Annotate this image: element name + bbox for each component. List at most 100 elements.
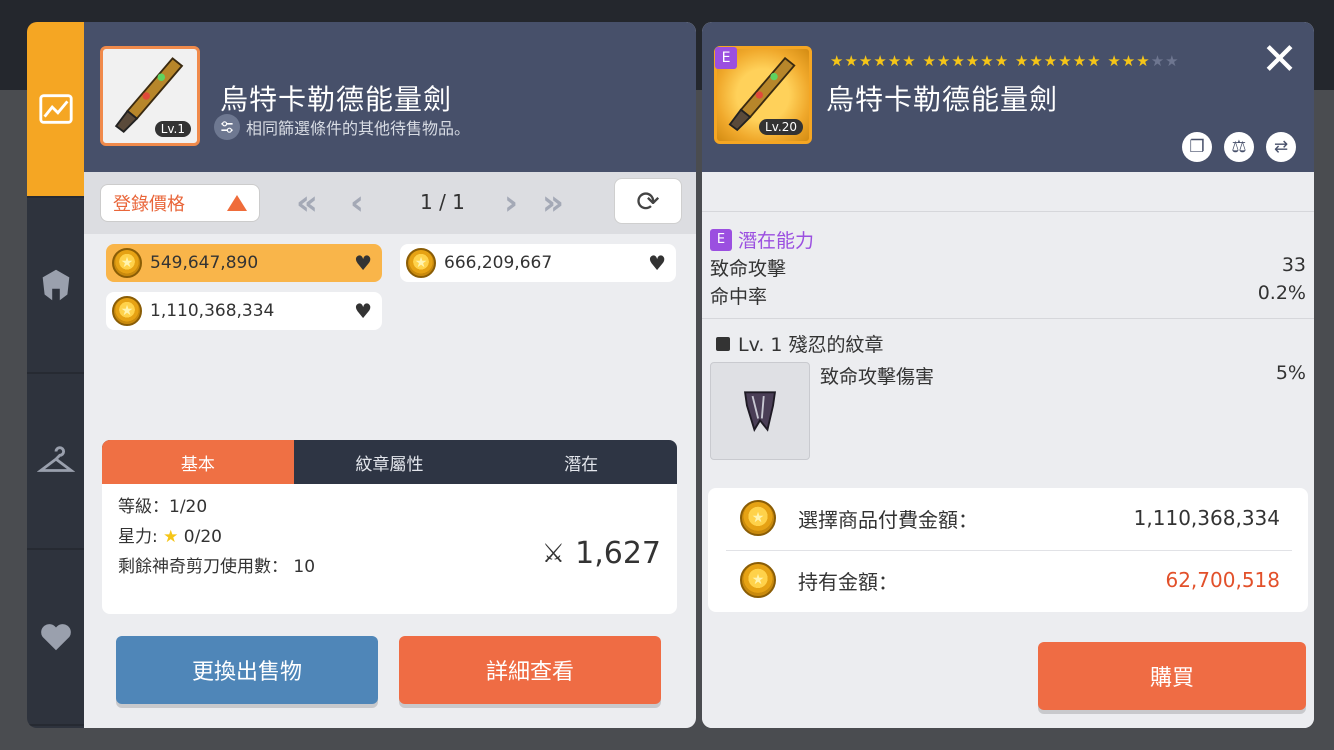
heart-icon[interactable]: ♥	[354, 299, 372, 323]
book-icon[interactable]: ❐	[1182, 132, 1212, 162]
purchase-header: E Lv.20 ★★★★★★ ★★★★★★ ★★★★★★ ★★★★★ 烏特卡勒德…	[702, 22, 1314, 172]
sale-item-panel: Lv.1 烏特卡勒德能量劍 相同篩選條件的其他待售物品。 登錄價格 « ‹ 1 …	[84, 22, 696, 728]
divider	[702, 318, 1314, 319]
coin-icon: ★	[112, 296, 142, 326]
emblem-header: Lv. 1 殘忍的紋章	[716, 330, 884, 357]
starforce-stat: 星力: ★ 0/20	[118, 522, 222, 547]
listing-price: 549,647,890	[150, 253, 259, 273]
tab-basic[interactable]: 基本	[102, 440, 294, 484]
side-tab-chart[interactable]	[27, 22, 85, 198]
helmet-icon	[42, 269, 70, 301]
combat-power: ⚔ 1,627	[542, 536, 661, 571]
selected-price-row: ★ 選擇商品付費金額： 1,110,368,334	[740, 500, 1280, 536]
change-listing-button[interactable]: 更換出售物	[116, 636, 378, 704]
purchase-panel: E Lv.20 ★★★★★★ ★★★★★★ ★★★★★★ ★★★★★ 烏特卡勒德…	[702, 22, 1314, 728]
sort-price-button[interactable]: 登錄價格	[100, 184, 260, 222]
owned-amount-value: 62,700,518	[1165, 568, 1280, 592]
side-tab-equipment[interactable]	[27, 198, 85, 374]
heart-icon[interactable]: ♥	[354, 251, 372, 275]
scale-icon[interactable]: ⚖	[1224, 132, 1254, 162]
item-title: 烏特卡勒德能量劍	[826, 83, 1059, 116]
owned-amount-row: ★ 持有金額： 62,700,518	[740, 562, 1280, 598]
potential-header: E 潛在能力	[710, 226, 814, 253]
potential-grade-badge: E	[710, 228, 732, 251]
view-detail-button[interactable]: 詳細查看	[399, 636, 661, 704]
level-stat: 等級：1/20	[118, 497, 208, 517]
last-page-icon[interactable]: »	[542, 186, 564, 220]
selected-price-label: 選擇商品付費金額：	[798, 507, 978, 532]
pager-bar: 登錄價格 « ‹ 1 / 1 › » ⟳	[84, 172, 696, 234]
item-thumbnail: E Lv.20	[714, 46, 812, 144]
potential-value: 33	[1281, 254, 1306, 276]
hanger-icon	[37, 446, 75, 472]
filter-hint: 相同篩選條件的其他待售物品。	[214, 114, 470, 140]
tab-emblem[interactable]: 紋章屬性	[294, 440, 486, 484]
listing-price: 666,209,667	[444, 253, 553, 273]
side-tab-cosmetics[interactable]	[27, 374, 85, 550]
potential-title: 潛在能力	[738, 230, 815, 252]
coin-icon: ★	[740, 562, 776, 598]
potential-line: 致命攻擊 33	[710, 254, 1306, 281]
coin-icon: ★	[740, 500, 776, 536]
sort-arrow-up-icon	[227, 195, 247, 211]
next-page-icon[interactable]: ›	[504, 186, 518, 220]
side-tab-favorites[interactable]	[27, 550, 85, 726]
scissors-stat: 剩餘神奇剪刀使用數： 10	[118, 557, 316, 577]
item-thumbnail[interactable]: Lv.1	[100, 46, 200, 146]
star-icon: ★	[163, 527, 179, 547]
price-summary: ★ 選擇商品付費金額： 1,110,368,334 ★ 持有金額： 62,700…	[708, 488, 1308, 612]
item-level-badge: Lv.20	[759, 119, 803, 135]
item-header: Lv.1 烏特卡勒德能量劍 相同篩選條件的其他待售物品。	[84, 22, 696, 172]
coin-icon: ★	[112, 248, 142, 278]
emblem-title: Lv. 1 殘忍的紋章	[738, 334, 884, 356]
buy-button[interactable]: 購買	[1038, 642, 1306, 710]
detail-tabs: 基本 紋章屬性 潛在	[102, 440, 677, 484]
side-tab-bar	[27, 22, 85, 728]
listing-item[interactable]: ★ 1,110,368,334 ♥	[106, 292, 382, 330]
item-title: 烏特卡勒德能量劍	[220, 83, 453, 116]
page-indicator: 1 / 1	[420, 190, 465, 214]
crossed-swords-icon: ⚔	[541, 538, 566, 569]
emblem-stat-value: 5%	[1275, 362, 1306, 384]
heart-icon[interactable]: ♥	[648, 251, 666, 275]
chart-icon	[39, 94, 73, 124]
star-rating: ★★★★★★ ★★★★★★ ★★★★★★ ★★★★★	[830, 52, 1180, 70]
combat-power-value: 1,627	[575, 536, 661, 571]
compare-icon[interactable]: ⇄	[1266, 132, 1296, 162]
tab-potential[interactable]: 潛在	[485, 440, 677, 484]
divider	[726, 550, 1292, 551]
star-empty: ★★	[1150, 52, 1180, 70]
potential-label: 命中率	[710, 286, 768, 308]
emblem-image	[710, 362, 810, 460]
starforce-value: 0/20	[183, 527, 222, 547]
claw-emblem-icon	[743, 391, 777, 432]
potential-line: 命中率 0.2%	[710, 282, 1306, 309]
potential-value: 0.2%	[1257, 282, 1306, 304]
emblem-stat-label: 致命攻擊傷害	[820, 366, 935, 388]
potential-label: 致命攻擊	[710, 258, 787, 280]
sort-label: 登錄價格	[113, 194, 185, 215]
filter-icon	[214, 114, 240, 140]
emblem-stat: 致命攻擊傷害 5%	[820, 362, 1306, 389]
listing-price: 1,110,368,334	[150, 301, 275, 321]
star-filled: ★★★★★★ ★★★★★★ ★★★★★★ ★★★	[830, 52, 1151, 70]
listing-item[interactable]: ★ 549,647,890 ♥	[106, 244, 382, 282]
listing-item[interactable]: ★ 666,209,667 ♥	[400, 244, 676, 282]
refresh-icon: ⟳	[636, 184, 660, 218]
prev-page-icon[interactable]: ‹	[350, 186, 364, 220]
refresh-button[interactable]: ⟳	[614, 178, 682, 224]
coin-icon: ★	[406, 248, 436, 278]
item-level-badge: Lv.1	[154, 121, 191, 137]
cut-off-row	[702, 172, 1314, 212]
selected-price-value: 1,110,368,334	[1133, 506, 1280, 530]
first-page-icon[interactable]: «	[296, 186, 318, 220]
basic-stats: 等級：1/20 星力: ★ 0/20 剩餘神奇剪刀使用數： 10 ⚔ 1,627	[102, 484, 677, 614]
heart-icon	[41, 624, 71, 651]
owned-amount-label: 持有金額：	[798, 569, 898, 594]
emblem-icon	[716, 336, 730, 351]
header-actions: ❐ ⚖ ⇄	[1182, 132, 1296, 162]
starforce-label: 星力:	[118, 527, 158, 547]
close-icon[interactable]: ✕	[1261, 38, 1298, 82]
filter-hint-text: 相同篩選條件的其他待售物品。	[246, 119, 471, 138]
grade-badge: E	[715, 47, 737, 69]
